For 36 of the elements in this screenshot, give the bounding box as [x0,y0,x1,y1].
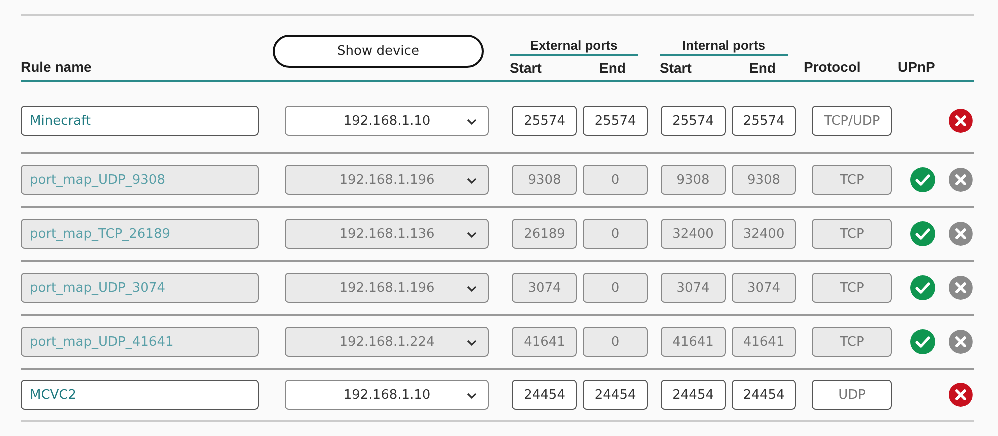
device-select[interactable]: 192.168.1.10 [285,380,490,410]
delete-icon[interactable] [948,329,974,355]
port-field[interactable]: 25574 [512,106,578,136]
delete-icon[interactable] [948,108,974,134]
port-field[interactable]: 25574 [583,106,648,136]
chevron-down-icon [466,231,478,239]
port-field[interactable]: 24454 [583,380,648,410]
group-header: External ports [510,38,638,56]
chevron-down-icon [466,339,478,347]
port-field[interactable]: 25574 [732,106,796,136]
column-header: Start [510,60,542,76]
column-header: End [600,60,626,76]
port-field[interactable]: 24454 [512,380,578,410]
column-header: Rule name [21,59,92,75]
delete-icon[interactable] [948,382,974,408]
device-select[interactable]: 192.168.1.10 [285,106,490,136]
port-field[interactable]: 24454 [732,380,796,410]
column-header: Start [660,60,692,76]
chevron-down-icon [466,285,478,293]
protocol-field[interactable]: TCP/UDP [812,106,892,136]
chevron-down-icon [466,118,478,126]
port-field[interactable]: 25574 [660,106,726,136]
chevron-down-icon [466,177,478,185]
show-device-button[interactable]: Show device [273,35,484,68]
group-header: Internal ports [660,38,788,56]
delete-icon[interactable] [948,221,974,247]
port-field[interactable]: 24454 [660,380,726,410]
column-header: Protocol [804,59,861,75]
column-header: UPnP [898,59,936,75]
protocol-field[interactable]: UDP [812,380,892,410]
column-header: End [750,60,776,76]
delete-icon[interactable] [948,275,974,301]
rule-name-field[interactable]: Minecraft [21,106,260,136]
chevron-down-icon [466,392,478,400]
rule-name-field[interactable]: MCVC2 [21,380,260,410]
delete-icon[interactable] [948,167,974,193]
